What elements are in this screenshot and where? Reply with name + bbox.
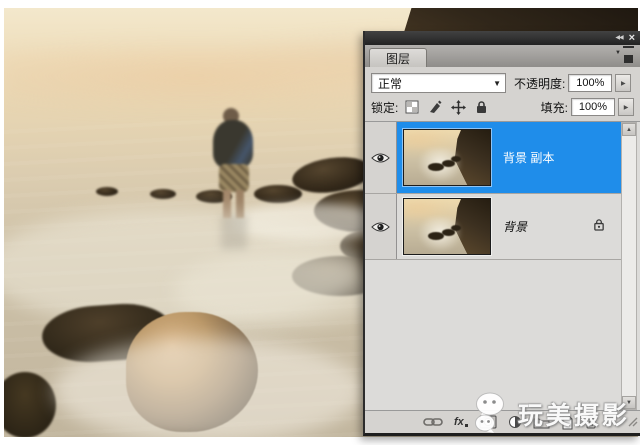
layer-name[interactable]: 背景: [503, 218, 527, 235]
layer-row-background[interactable]: 背景: [365, 194, 621, 260]
lock-fill-row: 锁定: 填充: 100% ▶: [371, 95, 634, 119]
link-layers-button[interactable]: [423, 417, 443, 427]
lock-position-button[interactable]: [449, 99, 467, 116]
lock-icon: [476, 101, 486, 113]
lock-transparency-button[interactable]: [403, 99, 421, 116]
chevron-down-icon: ▼: [493, 78, 501, 88]
watermark-text: 玩美摄影: [517, 402, 631, 430]
panel-menu-button[interactable]: ▼: [615, 45, 634, 56]
arrow-right-icon: ▶: [621, 80, 626, 87]
move-icon: [450, 99, 466, 115]
photo-rock: [254, 185, 302, 203]
lock-label: 锁定:: [371, 100, 399, 115]
layer-visibility-toggle[interactable]: [365, 122, 397, 193]
chain-link-icon: [423, 418, 443, 426]
fill-input[interactable]: 100%: [571, 98, 615, 116]
photo-rock: [150, 189, 176, 199]
photo-person-shorts: [219, 164, 249, 192]
fx-icon: fx: [454, 416, 464, 428]
layer-row-background-copy[interactable]: 背景 副本: [365, 122, 621, 194]
tab-layers[interactable]: 图层: [369, 48, 427, 67]
layers-panel: ◀◀ × 图层 ▼ 正常 ▼ 不透明度: 100% ▶ 锁定: 填充: 100%…: [363, 31, 640, 436]
fill-label: 填充:: [540, 100, 568, 115]
brush-icon: [430, 100, 442, 113]
layer-style-button[interactable]: fx: [454, 416, 468, 428]
blend-mode-select[interactable]: 正常 ▼: [371, 73, 506, 93]
layer-visibility-toggle[interactable]: [365, 194, 397, 259]
watermark: 玩美摄影: [472, 390, 630, 434]
opacity-label: 不透明度:: [514, 76, 566, 91]
layer-name[interactable]: 背景 副本: [503, 149, 554, 166]
arrow-right-icon: ▶: [623, 104, 629, 111]
fx-dot-icon: [464, 423, 468, 427]
collapse-to-icons-button[interactable]: ◀◀: [615, 35, 623, 41]
panel-tabbar: 图层 ▼: [365, 45, 640, 67]
opacity-input[interactable]: 100%: [568, 74, 613, 92]
checkerboard-icon: [405, 100, 419, 114]
opacity-spinner-button[interactable]: ▶: [615, 74, 632, 92]
fill-spinner-button[interactable]: ▶: [618, 98, 634, 116]
scroll-up-button[interactable]: ▲: [622, 123, 636, 136]
panel-controls: 正常 ▼ 不透明度: 100% ▶ 锁定: 填充: 100% ▶: [365, 67, 640, 121]
wechat-icon: [475, 392, 504, 433]
lock-icon: [594, 218, 604, 231]
layer-thumbnail[interactable]: [403, 129, 491, 186]
screenshot-root: ◀◀ × 图层 ▼ 正常 ▼ 不透明度: 100% ▶ 锁定: 填充: 100%…: [0, 0, 640, 445]
eye-icon: [371, 152, 390, 163]
layer-thumbnail-image: [404, 199, 490, 254]
lock-paint-button[interactable]: [426, 99, 444, 116]
layer-thumbnail-image: [404, 130, 490, 185]
lock-buttons: [403, 99, 490, 116]
close-panel-button[interactable]: ×: [629, 32, 635, 44]
blend-mode-value: 正常: [378, 76, 403, 91]
lock-all-button[interactable]: [472, 99, 490, 116]
blend-opacity-row: 正常 ▼ 不透明度: 100% ▶: [371, 71, 634, 95]
photo-person-torso: [213, 120, 253, 168]
photo-rock: [96, 187, 118, 196]
eye-icon: [371, 221, 390, 232]
panel-titlebar: ◀◀ ×: [365, 31, 640, 45]
photo-mist: [54, 338, 364, 437]
layer-locked-badge: [593, 217, 605, 236]
layer-thumbnail[interactable]: [403, 198, 491, 255]
chevron-down-icon: ▼: [615, 50, 621, 56]
menu-lines-icon: [623, 45, 634, 55]
layers-list: 背景 副本 背景 ▲ ▼: [365, 121, 640, 410]
scrollbar[interactable]: ▲ ▼: [621, 122, 637, 410]
